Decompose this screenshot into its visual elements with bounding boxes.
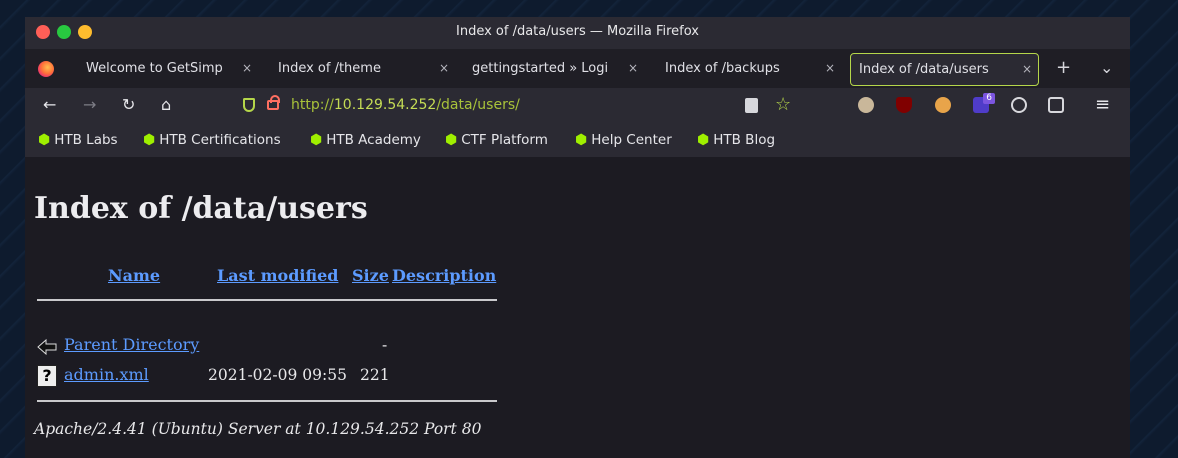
tab-bar: Welcome to GetSimp × Index of /theme × g… [25,49,1130,88]
new-tab-button[interactable]: + [1056,58,1071,78]
maximize-window-button[interactable] [57,25,71,39]
forward-button[interactable]: → [83,96,96,114]
admin-xml-link[interactable]: admin.xml [64,365,149,384]
navigation-bar: ← → ↻ ⌂ http://10.129.54.252/data/users/… [25,88,1130,124]
home-button[interactable]: ⌂ [161,96,171,114]
reload-button[interactable]: ↻ [122,96,135,114]
extension-icon[interactable] [858,97,874,113]
bookmark-label: CTF Platform [461,132,548,148]
unknown-file-icon: ? [37,365,57,387]
extension-badge-count: 6 [983,93,995,104]
tab-backups[interactable]: Index of /backups × [657,53,841,84]
bookmark-label: Help Center [591,132,672,148]
bookmark-label: HTB Labs [54,132,118,148]
tab-welcome[interactable]: Welcome to GetSimp × [78,53,258,84]
htb-cube-icon: ⬢ [697,132,710,148]
bookmark-label: HTB Certifications [159,132,281,148]
extensions-puzzle-icon[interactable] [1048,97,1064,113]
tracking-protection-shield-icon[interactable] [243,98,255,112]
htb-cube-icon: ⬢ [38,132,51,148]
bookmark-label: HTB Blog [713,132,776,148]
htb-cube-icon: ⬢ [143,132,156,148]
insecure-lock-icon[interactable] [267,95,280,110]
tab-close-icon[interactable]: × [439,53,449,84]
tab-close-icon[interactable]: × [242,53,252,84]
cookie-extension-icon[interactable] [935,97,951,113]
admin-xml-modified: 2021-02-09 09:55 [208,366,347,384]
bookmark-star-icon[interactable]: ☆ [775,94,791,115]
extension-badge-icon[interactable]: 6 [973,93,995,113]
minimize-window-button[interactable] [78,25,92,39]
url-host: 10.129.54.252 [333,97,437,113]
window-controls [36,25,92,39]
ublock-origin-icon[interactable] [896,97,912,113]
tab-data-users[interactable]: Index of /data/users × [850,53,1039,86]
tab-label: gettingstarted » Logi [472,61,609,76]
url-scheme: http:// [291,97,334,113]
bookmark-htb-academy[interactable]: ⬢ HTB Academy [310,132,421,148]
column-header-description[interactable]: Description [392,266,496,285]
htb-cube-icon: ⬢ [445,132,458,148]
back-arrow-icon [37,338,57,355]
tab-label: Index of /theme [278,61,381,76]
bookmark-help-center[interactable]: ⬢ Help Center [575,132,672,148]
server-signature: Apache/2.4.41 (Ubuntu) Server at 10.129.… [34,420,482,438]
footer-divider [37,400,497,402]
page-content: Index of /data/users Name Last modified … [25,157,1130,458]
tab-close-icon[interactable]: × [825,53,835,84]
parent-directory-size: - [382,336,388,354]
bookmark-label: HTB Academy [326,132,421,148]
back-button[interactable]: ← [43,96,56,114]
tab-label: Welcome to GetSimp [86,61,223,76]
tab-close-icon[interactable]: × [628,53,638,84]
htb-cube-icon: ⬢ [310,132,323,148]
header-divider [37,299,497,301]
bookmarks-toolbar: ⬢ HTB Labs ⬢ HTB Certifications ⬢ HTB Acade… [25,124,1130,158]
htb-cube-icon: ⬢ [575,132,588,148]
tab-theme[interactable]: Index of /theme × [270,53,455,84]
hamburger-menu-icon[interactable]: ≡ [1095,96,1110,114]
admin-xml-size: 221 [360,366,390,384]
column-header-name[interactable]: Name [108,266,160,285]
bookmark-htb-blog[interactable]: ⬢ HTB Blog [697,132,775,148]
close-window-button[interactable] [36,25,50,39]
browser-window: Index of /data/users — Mozilla Firefox W… [25,17,1130,458]
firefox-icon[interactable] [38,61,54,77]
url-bar[interactable]: http://10.129.54.252/data/users/ ☆ [235,92,810,120]
column-header-last-modified[interactable]: Last modified [217,266,338,285]
window-title: Index of /data/users — Mozilla Firefox [456,24,699,39]
parent-directory-link[interactable]: Parent Directory [64,335,199,354]
bookmark-htb-labs[interactable]: ⬢ HTB Labs [38,132,118,148]
bookmark-ctf-platform[interactable]: ⬢ CTF Platform [445,132,548,148]
tab-label: Index of /data/users [859,62,989,77]
cookie-manager-icon[interactable] [1011,97,1027,113]
bookmark-htb-certifications[interactable]: ⬢ HTB Certifications [143,132,281,148]
reader-view-icon[interactable] [745,98,758,113]
page-title: Index of /data/users [34,191,368,226]
tab-close-icon[interactable]: × [1022,54,1032,85]
tab-list-button[interactable]: ⌄ [1100,58,1113,78]
url-text[interactable]: http://10.129.54.252/data/users/ [291,97,520,113]
column-header-size[interactable]: Size [352,266,389,285]
title-bar: Index of /data/users — Mozilla Firefox [25,17,1130,49]
tab-gettingstarted[interactable]: gettingstarted » Logi × [464,53,644,84]
tab-label: Index of /backups [665,61,780,76]
url-path: /data/users/ [436,97,520,113]
